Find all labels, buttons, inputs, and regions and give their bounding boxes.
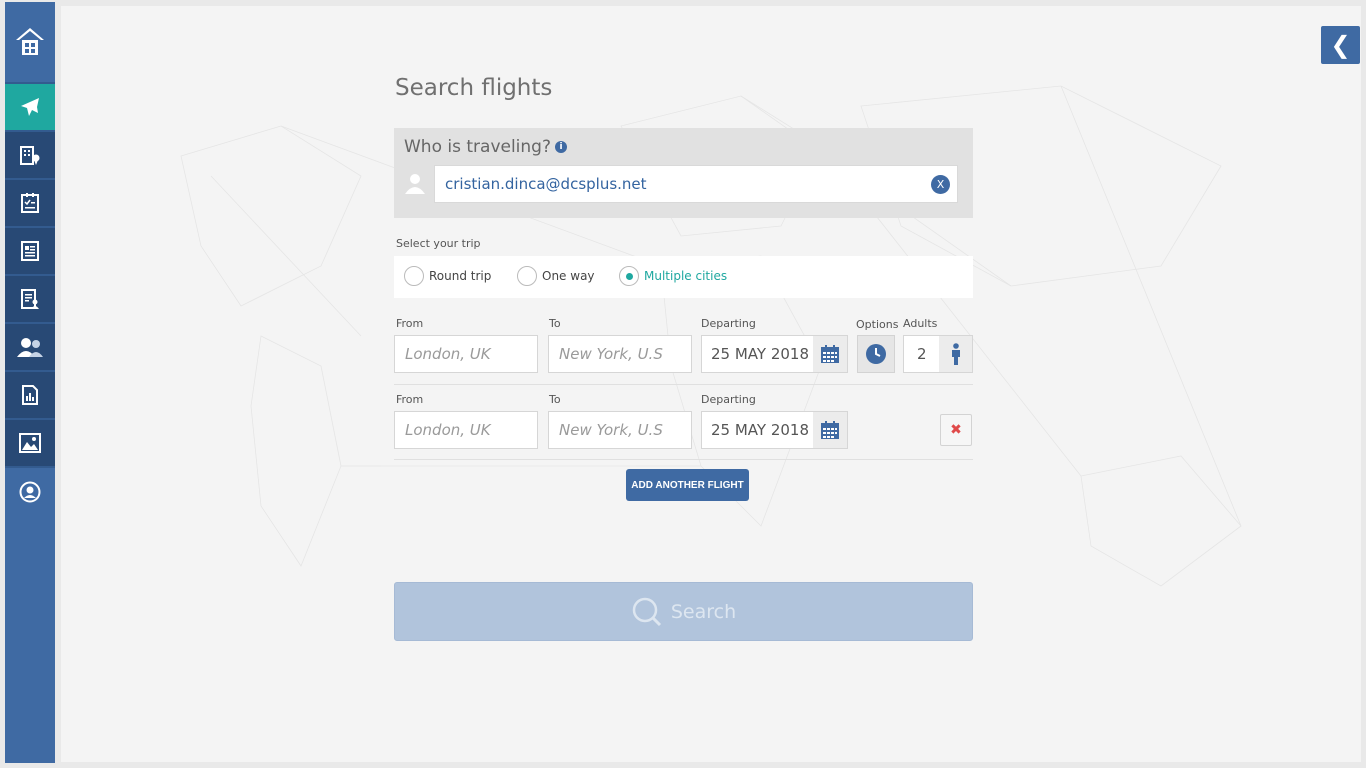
adults-value: 2 [917,345,927,363]
sidebar-item-gallery[interactable] [5,420,55,468]
radio-multiple-cities[interactable]: Multiple cities [619,266,727,286]
row-divider [394,384,973,385]
radio-circle [619,266,639,286]
radio-label: Multiple cities [644,269,728,283]
departing-label: Departing [701,393,756,406]
departing-date-1[interactable]: 25 MAY 2018 [701,335,848,373]
collapse-panel-button[interactable]: ❮ [1321,26,1360,64]
calendar-icon [821,421,839,439]
image-icon [19,433,41,453]
info-icon[interactable]: i [555,141,567,153]
hotel-icon [20,146,40,165]
radio-one-way[interactable]: One way [517,266,595,286]
date-value: 25 MAY 2018 [711,421,809,439]
options-label: Options [856,318,899,331]
trip-type-group: Round trip One way Multiple cities [394,256,973,298]
sidebar-item-reports[interactable] [5,276,55,324]
calendar-icon [821,345,839,363]
time-options-button[interactable] [857,335,895,373]
search-label: Search [670,600,737,623]
search-icon [632,597,661,626]
adults-picker-button[interactable] [939,336,972,372]
sidebar-nav [5,2,55,763]
sidebar-item-flights[interactable] [5,84,55,132]
calendar-button[interactable] [813,336,847,372]
traveler-value: cristian.dinca@dcsplus.net [445,175,647,193]
checklist-icon [21,193,39,213]
sidebar-item-profile[interactable] [5,468,55,516]
calendar-button[interactable] [813,412,847,448]
traveler-section: Who is traveling? i cristian.dinca@dcsplu… [394,128,973,218]
close-icon: ✖ [950,422,962,438]
to-placeholder: New York, U.S [559,345,663,363]
departing-label: Departing [701,317,756,330]
traveler-label-text: Who is traveling? [404,137,551,157]
stats-icon [22,385,38,405]
home-icon [16,28,44,55]
add-another-flight-button[interactable]: ADD ANOTHER FLIGHT [626,469,749,501]
date-value: 25 MAY 2018 [711,345,809,363]
remove-flight-button[interactable]: ✖ [940,414,972,446]
sidebar-item-documents[interactable] [5,228,55,276]
row-divider [394,459,973,460]
to-label: To [549,317,561,330]
from-input-1[interactable]: London, UK [394,335,538,373]
radio-label: One way [542,269,595,283]
person-icon [951,343,960,365]
sidebar-item-checklist[interactable] [5,180,55,228]
from-label: From [396,393,424,406]
to-input-2[interactable]: New York, U.S [548,411,692,449]
from-label: From [396,317,424,330]
traveler-label: Who is traveling? i [404,137,567,157]
clock-icon [866,344,886,364]
report-user-icon [21,289,39,309]
sidebar-item-home[interactable] [5,2,55,84]
search-button[interactable]: Search [394,582,973,641]
user-icon [405,174,425,194]
radio-circle [404,266,424,286]
chevron-left-icon: ❮ [1330,31,1351,59]
from-placeholder: London, UK [405,421,491,439]
traveler-input[interactable]: cristian.dinca@dcsplus.net X [434,165,958,203]
users-icon [17,338,43,357]
to-input-1[interactable]: New York, U.S [548,335,692,373]
adults-label: Adults [903,317,938,330]
sidebar-item-users[interactable] [5,324,55,372]
from-placeholder: London, UK [405,345,491,363]
document-list-icon [21,241,39,261]
to-placeholder: New York, U.S [559,421,663,439]
radio-circle [517,266,537,286]
trip-type-label: Select your trip [396,237,481,250]
sidebar-item-hotels[interactable] [5,132,55,180]
main-content: ❮ Search flights Who is traveling? i cris… [61,6,1361,762]
departing-date-2[interactable]: 25 MAY 2018 [701,411,848,449]
clear-traveler-button[interactable]: X [931,175,950,194]
radio-round-trip[interactable]: Round trip [404,266,491,286]
to-label: To [549,393,561,406]
page-title: Search flights [395,75,553,101]
profile-icon [19,481,41,503]
sidebar-item-stats[interactable] [5,372,55,420]
radio-label: Round trip [429,269,492,283]
airplane-icon [21,98,39,116]
adults-input[interactable]: 2 [903,335,973,373]
from-input-2[interactable]: London, UK [394,411,538,449]
